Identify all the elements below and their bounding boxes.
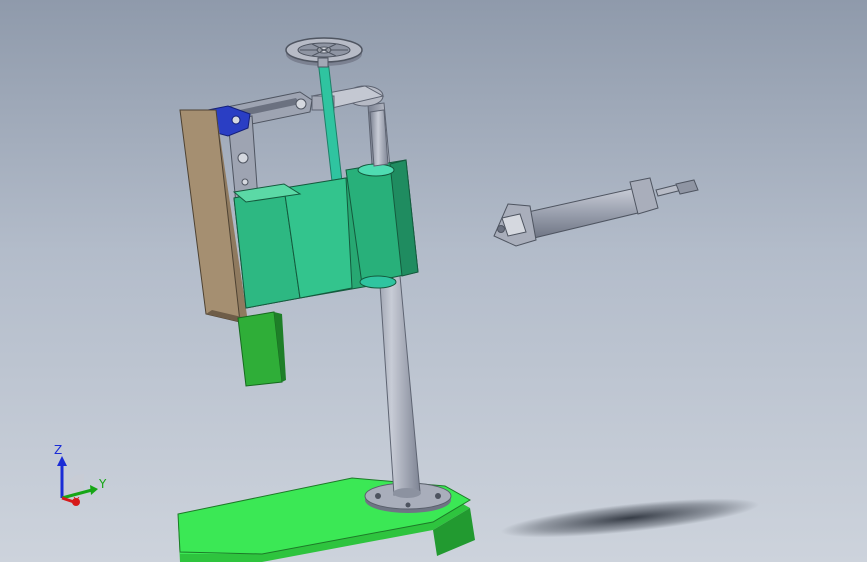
model-scene[interactable]	[0, 0, 867, 562]
lead-screw[interactable]	[317, 59, 344, 191]
sliding-carriage[interactable]	[232, 159, 419, 309]
handwheel-icon[interactable]	[285, 37, 363, 68]
triad-z-label: Z	[54, 443, 63, 457]
lower-guide-bar[interactable]	[237, 311, 286, 387]
ground-shadow	[500, 498, 760, 538]
triad-x-label: X	[73, 496, 80, 507]
cad-graphics-viewport[interactable]: Z Y X	[0, 0, 867, 562]
pneumatic-cylinder[interactable]	[493, 177, 699, 247]
triad-y-label: Y	[99, 477, 107, 491]
